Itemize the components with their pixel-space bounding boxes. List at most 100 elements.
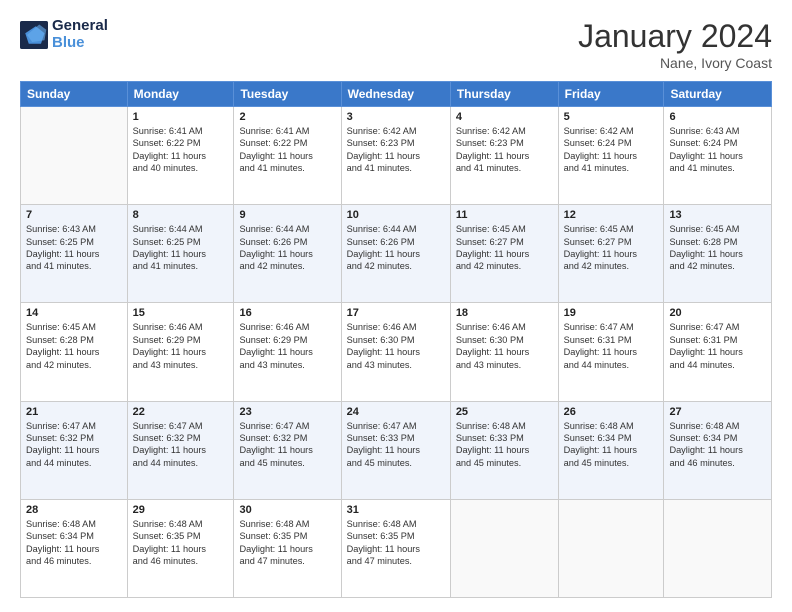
cell-info: Sunrise: 6:47 AM Sunset: 6:32 PM Dayligh… [239,420,335,470]
week-row-2: 14Sunrise: 6:45 AM Sunset: 6:28 PM Dayli… [21,303,772,401]
calendar-cell: 26 Sunrise: 6:48 AM Sunset: 6:34 PM Dayli… [558,401,664,499]
cell-info: Sunrise: 6:48 AM Sunset: 6:33 PM Dayligh… [456,420,553,470]
col-header-monday: Monday [127,82,234,107]
day-number: 18 [456,307,553,319]
cell-info: Sunrise: 6:45 AM Sunset: 6:27 PM Dayligh… [456,223,553,273]
calendar-cell: 5 Sunrise: 6:42 AM Sunset: 6:24 PM Daylig… [558,107,664,205]
calendar-cell: 30 Sunrise: 6:48 AM Sunset: 6:35 PM Dayli… [234,499,341,597]
day-number: 8 [133,209,229,221]
cell-info: Sunrise: 6:44 AM Sunset: 6:26 PM Dayligh… [347,223,445,273]
cell-info: Sunrise: 6:41 AM Sunset: 6:22 PM Dayligh… [239,125,335,175]
title-area: January 2024 Nane, Ivory Coast [578,18,772,71]
cell-info: Sunrise: 6:42 AM Sunset: 6:24 PM Dayligh… [564,125,659,175]
cell-info: Sunrise: 6:43 AM Sunset: 6:25 PM Dayligh… [26,223,122,273]
calendar-cell: 16Sunrise: 6:46 AM Sunset: 6:29 PM Dayli… [234,303,341,401]
calendar-cell: 20Sunrise: 6:47 AM Sunset: 6:31 PM Dayli… [664,303,772,401]
day-number: 11 [456,209,553,221]
calendar-cell: 17 Sunrise: 6:46 AM Sunset: 6:30 PM Dayli… [341,303,450,401]
col-header-sunday: Sunday [21,82,128,107]
calendar-cell: 14Sunrise: 6:45 AM Sunset: 6:28 PM Dayli… [21,303,128,401]
day-number: 22 [133,406,229,418]
day-number: 9 [239,209,335,221]
logo-text: General Blue [52,18,108,51]
day-number: 16 [239,307,335,319]
week-row-1: 7 Sunrise: 6:43 AM Sunset: 6:25 PM Daylig… [21,205,772,303]
cell-info: Sunrise: 6:47 AM Sunset: 6:32 PM Dayligh… [133,420,229,470]
calendar-cell: 19Sunrise: 6:47 AM Sunset: 6:31 PM Dayli… [558,303,664,401]
calendar-cell: 4 Sunrise: 6:42 AM Sunset: 6:23 PM Daylig… [450,107,558,205]
cell-info: Sunrise: 6:48 AM Sunset: 6:34 PM Dayligh… [564,420,659,470]
day-number: 30 [239,504,335,516]
cell-info: Sunrise: 6:44 AM Sunset: 6:25 PM Dayligh… [133,223,229,273]
day-number: 7 [26,209,122,221]
day-number: 12 [564,209,659,221]
day-number: 13 [669,209,766,221]
calendar-cell: 7 Sunrise: 6:43 AM Sunset: 6:25 PM Daylig… [21,205,128,303]
calendar-cell: 2 Sunrise: 6:41 AM Sunset: 6:22 PM Daylig… [234,107,341,205]
col-header-tuesday: Tuesday [234,82,341,107]
cell-info: Sunrise: 6:48 AM Sunset: 6:35 PM Dayligh… [347,518,445,568]
header: General Blue January 2024 Nane, Ivory Co… [20,18,772,71]
calendar-cell: 8 Sunrise: 6:44 AM Sunset: 6:25 PM Daylig… [127,205,234,303]
calendar-cell: 25 Sunrise: 6:48 AM Sunset: 6:33 PM Dayli… [450,401,558,499]
day-number: 1 [133,111,229,123]
calendar-cell: 27Sunrise: 6:48 AM Sunset: 6:34 PM Dayli… [664,401,772,499]
day-number: 25 [456,406,553,418]
day-number: 5 [564,111,659,123]
week-row-3: 21 Sunrise: 6:47 AM Sunset: 6:32 PM Dayli… [21,401,772,499]
col-header-thursday: Thursday [450,82,558,107]
calendar-cell: 13 Sunrise: 6:45 AM Sunset: 6:28 PM Dayli… [664,205,772,303]
calendar-cell [450,499,558,597]
day-number: 6 [669,111,766,123]
day-number: 3 [347,111,445,123]
cell-info: Sunrise: 6:46 AM Sunset: 6:30 PM Dayligh… [347,321,445,371]
calendar-cell [21,107,128,205]
calendar-table: SundayMondayTuesdayWednesdayThursdayFrid… [20,81,772,598]
cell-info: Sunrise: 6:47 AM Sunset: 6:33 PM Dayligh… [347,420,445,470]
cell-info: Sunrise: 6:47 AM Sunset: 6:32 PM Dayligh… [26,420,122,470]
col-header-wednesday: Wednesday [341,82,450,107]
day-number: 24 [347,406,445,418]
calendar-cell: 21 Sunrise: 6:47 AM Sunset: 6:32 PM Dayli… [21,401,128,499]
calendar-cell: 22 Sunrise: 6:47 AM Sunset: 6:32 PM Dayli… [127,401,234,499]
calendar-cell: 28Sunrise: 6:48 AM Sunset: 6:34 PM Dayli… [21,499,128,597]
header-row: SundayMondayTuesdayWednesdayThursdayFrid… [21,82,772,107]
cell-info: Sunrise: 6:42 AM Sunset: 6:23 PM Dayligh… [347,125,445,175]
col-header-friday: Friday [558,82,664,107]
calendar-cell: 10Sunrise: 6:44 AM Sunset: 6:26 PM Dayli… [341,205,450,303]
cell-info: Sunrise: 6:48 AM Sunset: 6:34 PM Dayligh… [669,420,766,470]
cell-info: Sunrise: 6:41 AM Sunset: 6:22 PM Dayligh… [133,125,229,175]
calendar-cell: 15Sunrise: 6:46 AM Sunset: 6:29 PM Dayli… [127,303,234,401]
cell-info: Sunrise: 6:42 AM Sunset: 6:23 PM Dayligh… [456,125,553,175]
week-row-4: 28Sunrise: 6:48 AM Sunset: 6:34 PM Dayli… [21,499,772,597]
calendar-cell: 18Sunrise: 6:46 AM Sunset: 6:30 PM Dayli… [450,303,558,401]
day-number: 17 [347,307,445,319]
cell-info: Sunrise: 6:47 AM Sunset: 6:31 PM Dayligh… [564,321,659,371]
calendar-cell: 24 Sunrise: 6:47 AM Sunset: 6:33 PM Dayli… [341,401,450,499]
cell-info: Sunrise: 6:48 AM Sunset: 6:35 PM Dayligh… [239,518,335,568]
day-number: 20 [669,307,766,319]
cell-info: Sunrise: 6:44 AM Sunset: 6:26 PM Dayligh… [239,223,335,273]
calendar-cell: 6 Sunrise: 6:43 AM Sunset: 6:24 PM Daylig… [664,107,772,205]
calendar-cell: 12 Sunrise: 6:45 AM Sunset: 6:27 PM Dayli… [558,205,664,303]
month-title: January 2024 [578,18,772,55]
calendar-cell: 3 Sunrise: 6:42 AM Sunset: 6:23 PM Daylig… [341,107,450,205]
cell-info: Sunrise: 6:46 AM Sunset: 6:29 PM Dayligh… [133,321,229,371]
day-number: 23 [239,406,335,418]
col-header-saturday: Saturday [664,82,772,107]
day-number: 4 [456,111,553,123]
calendar-cell: 31 Sunrise: 6:48 AM Sunset: 6:35 PM Dayli… [341,499,450,597]
cell-info: Sunrise: 6:45 AM Sunset: 6:28 PM Dayligh… [669,223,766,273]
day-number: 26 [564,406,659,418]
calendar-cell: 23 Sunrise: 6:47 AM Sunset: 6:32 PM Dayli… [234,401,341,499]
cell-info: Sunrise: 6:48 AM Sunset: 6:35 PM Dayligh… [133,518,229,568]
day-number: 2 [239,111,335,123]
calendar-cell [558,499,664,597]
day-number: 28 [26,504,122,516]
day-number: 31 [347,504,445,516]
day-number: 21 [26,406,122,418]
logo: General Blue [20,18,108,51]
cell-info: Sunrise: 6:43 AM Sunset: 6:24 PM Dayligh… [669,125,766,175]
location: Nane, Ivory Coast [578,55,772,71]
cell-info: Sunrise: 6:45 AM Sunset: 6:27 PM Dayligh… [564,223,659,273]
